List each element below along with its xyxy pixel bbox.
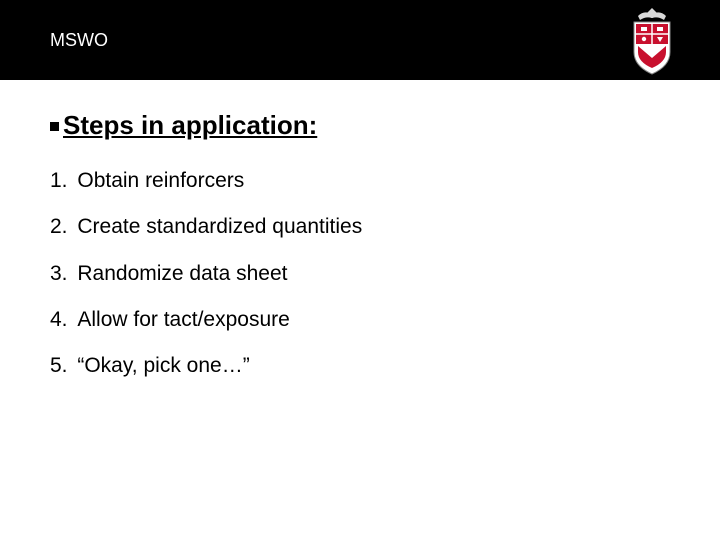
list-item: 3. Randomize data sheet — [50, 260, 670, 288]
step-text: “Okay, pick one…” — [77, 354, 249, 377]
square-bullet-icon — [50, 122, 59, 131]
step-text: Randomize data sheet — [77, 262, 287, 285]
step-number: 2. — [50, 215, 68, 238]
subheading: Steps in application: — [50, 110, 670, 141]
step-text: Create standardized quantities — [77, 215, 362, 238]
step-number: 3. — [50, 262, 68, 285]
list-item: 2. Create standardized quantities — [50, 213, 670, 241]
step-number: 1. — [50, 169, 68, 192]
list-item: 4. Allow for tact/exposure — [50, 306, 670, 334]
slide-header: MSWO — [0, 0, 720, 80]
slide-header-title: MSWO — [50, 30, 108, 51]
step-text: Allow for tact/exposure — [77, 308, 289, 331]
list-item: 5. “Okay, pick one…” — [50, 352, 670, 380]
slide-body: Steps in application: 1. Obtain reinforc… — [0, 80, 720, 381]
step-number: 5. — [50, 354, 68, 377]
step-text: Obtain reinforcers — [77, 169, 244, 192]
subheading-text: Steps in application: — [63, 110, 317, 141]
steps-list: 1. Obtain reinforcers 2. Create standard… — [50, 167, 670, 381]
list-item: 1. Obtain reinforcers — [50, 167, 670, 195]
step-number: 4. — [50, 308, 68, 331]
crest-icon — [624, 6, 680, 78]
